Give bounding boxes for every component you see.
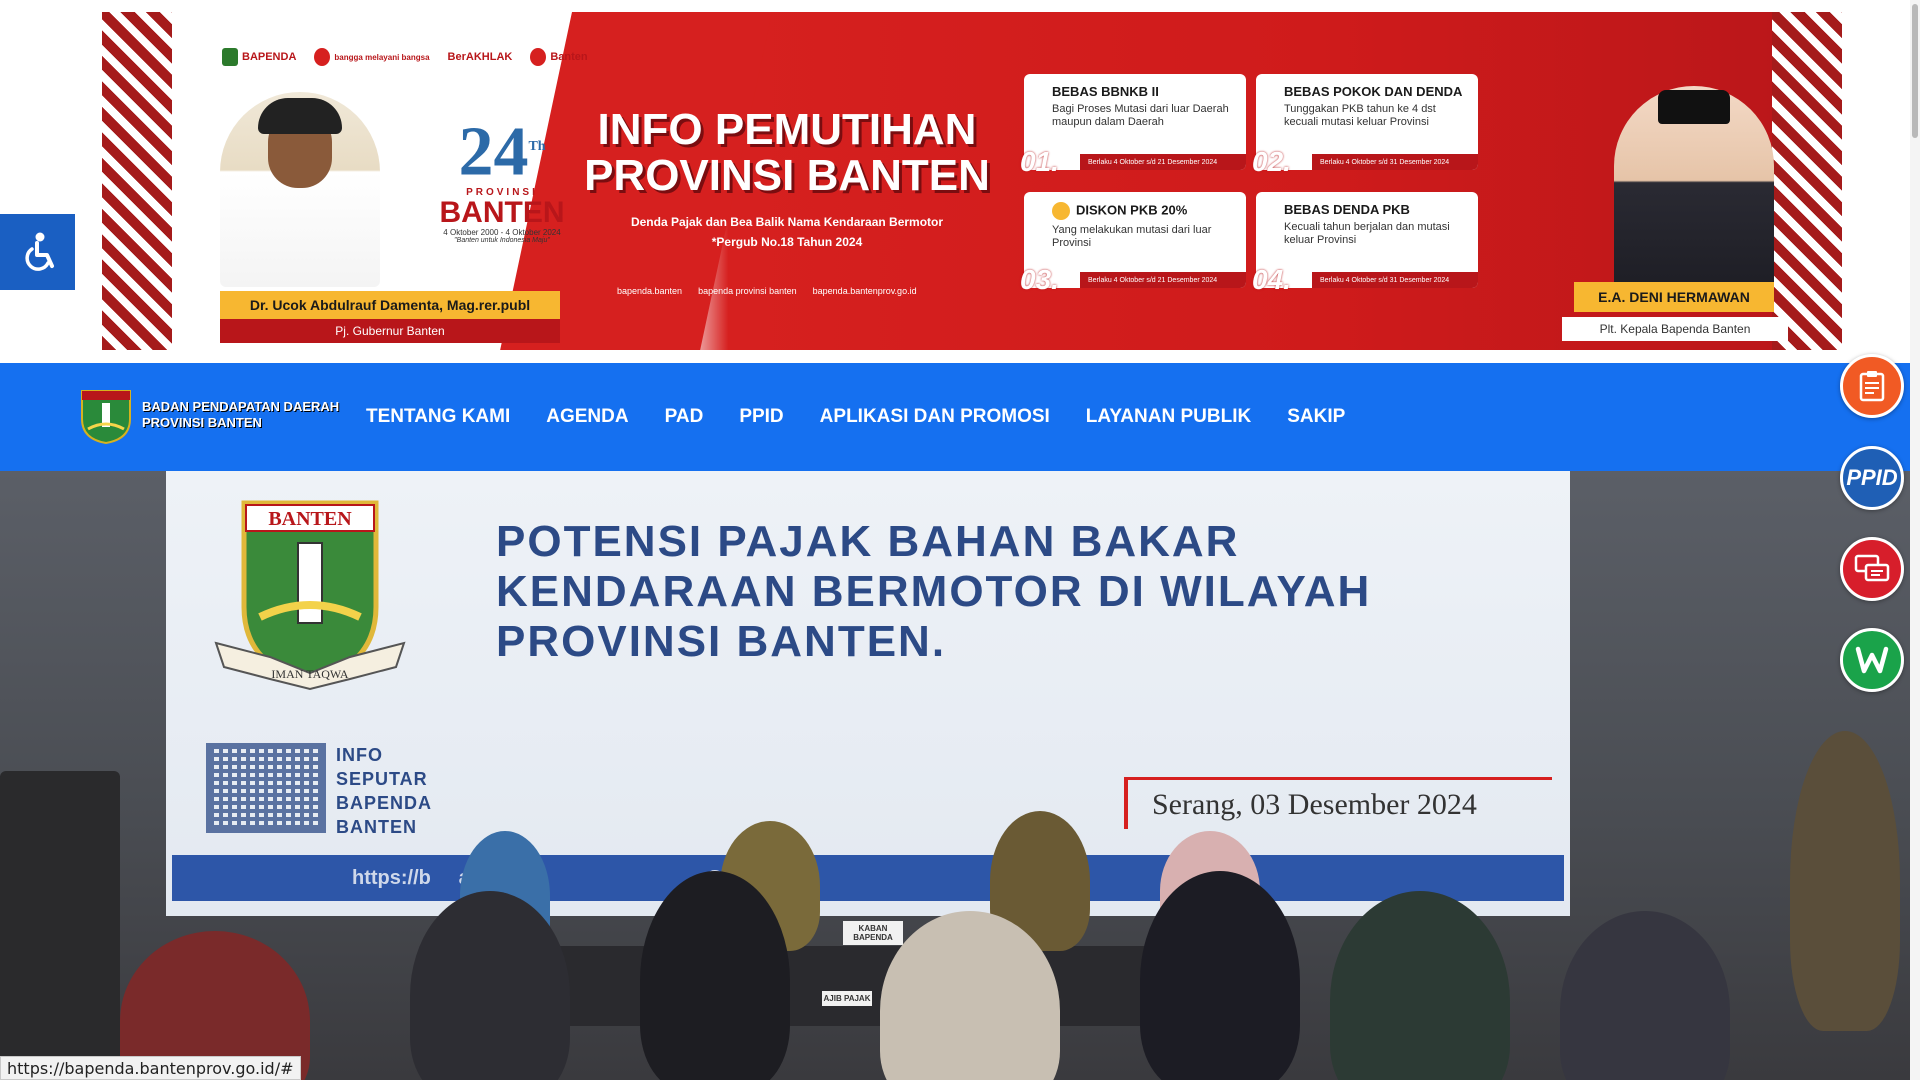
ppid-button[interactable]: PPID bbox=[1840, 446, 1904, 510]
anniversary-th: Th bbox=[528, 139, 546, 154]
governor-title: Pj. Gubernur Banten bbox=[220, 319, 560, 343]
ppid-icon: PPID bbox=[1846, 465, 1898, 490]
slide-title-line1: POTENSI PAJAK BAHAN BAKAR bbox=[496, 517, 1240, 566]
speaker-standing bbox=[1790, 731, 1900, 1031]
nav-item-layanan-publik[interactable]: LAYANAN PUBLIK bbox=[1068, 406, 1269, 428]
chat-bubbles-icon bbox=[1854, 554, 1890, 582]
hero-slide[interactable]: BANTEN IMAN TAQWA POTENSI PAJAK BAHAN BA… bbox=[0, 471, 1920, 1080]
whatsapp-button[interactable] bbox=[1840, 628, 1904, 692]
whatsapp-w-icon bbox=[1855, 646, 1889, 674]
page-scrollbar[interactable] bbox=[1910, 0, 1920, 1080]
governor-photo bbox=[220, 92, 380, 287]
slide-title-line3: PROVINSI BANTEN. bbox=[496, 617, 947, 666]
nav-item-pad[interactable]: PAD bbox=[647, 406, 722, 428]
promo-card-3: DISKON PKB 20% Yang melakukan mutasi dar… bbox=[1020, 192, 1246, 295]
emblem-top-text: BANTEN bbox=[268, 508, 352, 530]
main-navbar: BADAN PENDAPATAN DAERAH PROVINSI BANTEN … bbox=[0, 363, 1920, 471]
banten-logo: Banten bbox=[530, 48, 588, 66]
slide-title-line2: KENDARAAN BERMOTOR DI WILAYAH bbox=[496, 567, 1372, 616]
promo-banner[interactable]: BAPENDA bangga melayani bangsa BerAKHLAK… bbox=[102, 12, 1842, 350]
slide-footer: https://b antenpro @bap ape bbox=[172, 855, 1564, 901]
nav-item-tentang-kami[interactable]: TENTANG KAMI bbox=[348, 406, 528, 428]
anniversary-name: BANTEN bbox=[439, 196, 565, 230]
nav-item-sakip[interactable]: SAKIP bbox=[1269, 406, 1363, 428]
qr-text-line1: INFO bbox=[336, 745, 383, 765]
qr-text-line3: BAPENDA bbox=[336, 793, 433, 813]
banner-socials: bapenda.banten bapenda provinsi banten b… bbox=[617, 286, 917, 296]
bapenda-head-name: E.A. DENI HERMAWAN bbox=[1574, 282, 1774, 312]
clipboard-icon bbox=[1859, 371, 1885, 402]
accessibility-icon bbox=[24, 232, 54, 271]
berakhlak-logo: BerAKHLAK bbox=[447, 51, 513, 63]
partner-logos: BAPENDA bangga melayani bangsa BerAKHLAK… bbox=[222, 48, 588, 66]
banner-subheadline-line2: *Pergub No.18 Tahun 2024 bbox=[711, 235, 863, 249]
nav-item-aplikasi-dan-promosi[interactable]: APLIKASI DAN PROMOSI bbox=[802, 406, 1068, 428]
batik-ornament-left bbox=[102, 12, 172, 350]
audience-member bbox=[640, 871, 790, 1080]
bapenda-head-title: Plt. Kepala Bapenda Banten bbox=[1562, 317, 1788, 341]
banner-headline-line2: PROVINSI BANTEN bbox=[584, 151, 990, 200]
emblem-motto-text: IMAN TAQWA bbox=[271, 667, 348, 681]
discount-icon bbox=[1052, 202, 1070, 220]
accessibility-toggle-button[interactable] bbox=[0, 214, 75, 290]
status-bar-url: https://bapenda.bantenprov.go.id/# bbox=[0, 1056, 301, 1080]
social-facebook: bapenda provinsi banten bbox=[698, 286, 797, 296]
anniversary-number: 24 bbox=[458, 113, 529, 191]
governor-name: Dr. Ucok Abdulrauf Damenta, Mag.rer.publ bbox=[220, 291, 560, 319]
nameplate-kaban: KABAN BAPENDA bbox=[843, 921, 903, 945]
banner-subheadline: Denda Pajak dan Bea Balik Nama Kendaraan… bbox=[592, 212, 982, 252]
nav-item-ppid[interactable]: PPID bbox=[721, 406, 801, 428]
bapenda-logo: BAPENDA bbox=[222, 48, 296, 66]
anniversary-logo: 24Th PROVINSI BANTEN 4 Oktober 2000 - 4 … bbox=[432, 112, 572, 245]
banner-subheadline-line1: Denda Pajak dan Bea Balik Nama Kendaraan… bbox=[630, 215, 944, 229]
promo-card-1: BEBAS BBNKB II Bagi Proses Mutasi dari l… bbox=[1020, 74, 1246, 177]
promo-card-4: BEBAS DENDA PKB Kecuali tahun berjalan d… bbox=[1252, 192, 1478, 295]
social-website: bapenda.bantenprov.go.id bbox=[812, 286, 917, 296]
qr-text-line2: SEPUTAR bbox=[336, 769, 428, 789]
audience-member bbox=[1330, 891, 1510, 1080]
projection-screen: BANTEN IMAN TAQWA POTENSI PAJAK BAHAN BA… bbox=[166, 471, 1570, 916]
audience-member bbox=[1560, 911, 1730, 1080]
anniversary-tagline: "Banten untuk Indonesia Maju" bbox=[454, 237, 550, 245]
qr-code bbox=[206, 743, 326, 833]
qr-text-line4: BANTEN bbox=[336, 817, 417, 837]
site-brand[interactable]: BADAN PENDAPATAN DAERAH PROVINSI BANTEN bbox=[78, 385, 339, 445]
banten-emblem-icon: BANTEN IMAN TAQWA bbox=[214, 500, 406, 691]
info-qr-block: INFO SEPUTAR BAPENDA BANTEN bbox=[206, 743, 432, 839]
promo-card-2: BEBAS POKOK DAN DENDA Tunggakan PKB tahu… bbox=[1252, 74, 1478, 177]
brand-line1: BADAN PENDAPATAN DAERAH bbox=[142, 399, 340, 414]
nav-item-agenda[interactable]: AGENDA bbox=[528, 406, 646, 428]
banner-headline: INFO PEMUTIHAN PROVINSI BANTEN bbox=[577, 107, 997, 199]
scrollbar-thumb[interactable] bbox=[1912, 4, 1918, 138]
social-instagram: bapenda.banten bbox=[617, 286, 683, 296]
podium bbox=[0, 771, 120, 1071]
nav-menu: TENTANG KAMI AGENDA PAD PPID APLIKASI DA… bbox=[348, 363, 1363, 471]
banten-seal-icon bbox=[81, 390, 131, 445]
complaint-report-button[interactable] bbox=[1840, 354, 1904, 418]
banner-headline-line1: INFO PEMUTIHAN bbox=[597, 105, 977, 154]
batik-ornament-right bbox=[1772, 12, 1842, 350]
slide-title: POTENSI PAJAK BAHAN BAKAR KENDARAAN BERM… bbox=[496, 517, 1546, 667]
nameplate-wajib-pajak: AJIB PAJAK bbox=[822, 991, 872, 1006]
brand-line2: PROVINSI BANTEN bbox=[142, 415, 262, 430]
chat-button[interactable] bbox=[1840, 537, 1904, 601]
bangga-melayani-logo: bangga melayani bangsa bbox=[314, 48, 430, 66]
bapenda-head-photo bbox=[1614, 86, 1774, 296]
audience-member bbox=[1140, 871, 1300, 1080]
anniversary-dates: 4 Oktober 2000 - 4 Oktober 2024 bbox=[443, 228, 561, 238]
page: BAPENDA bangga melayani bangsa BerAKHLAK… bbox=[0, 0, 1920, 1080]
event-date: Serang, 03 Desember 2024 bbox=[1124, 777, 1552, 829]
